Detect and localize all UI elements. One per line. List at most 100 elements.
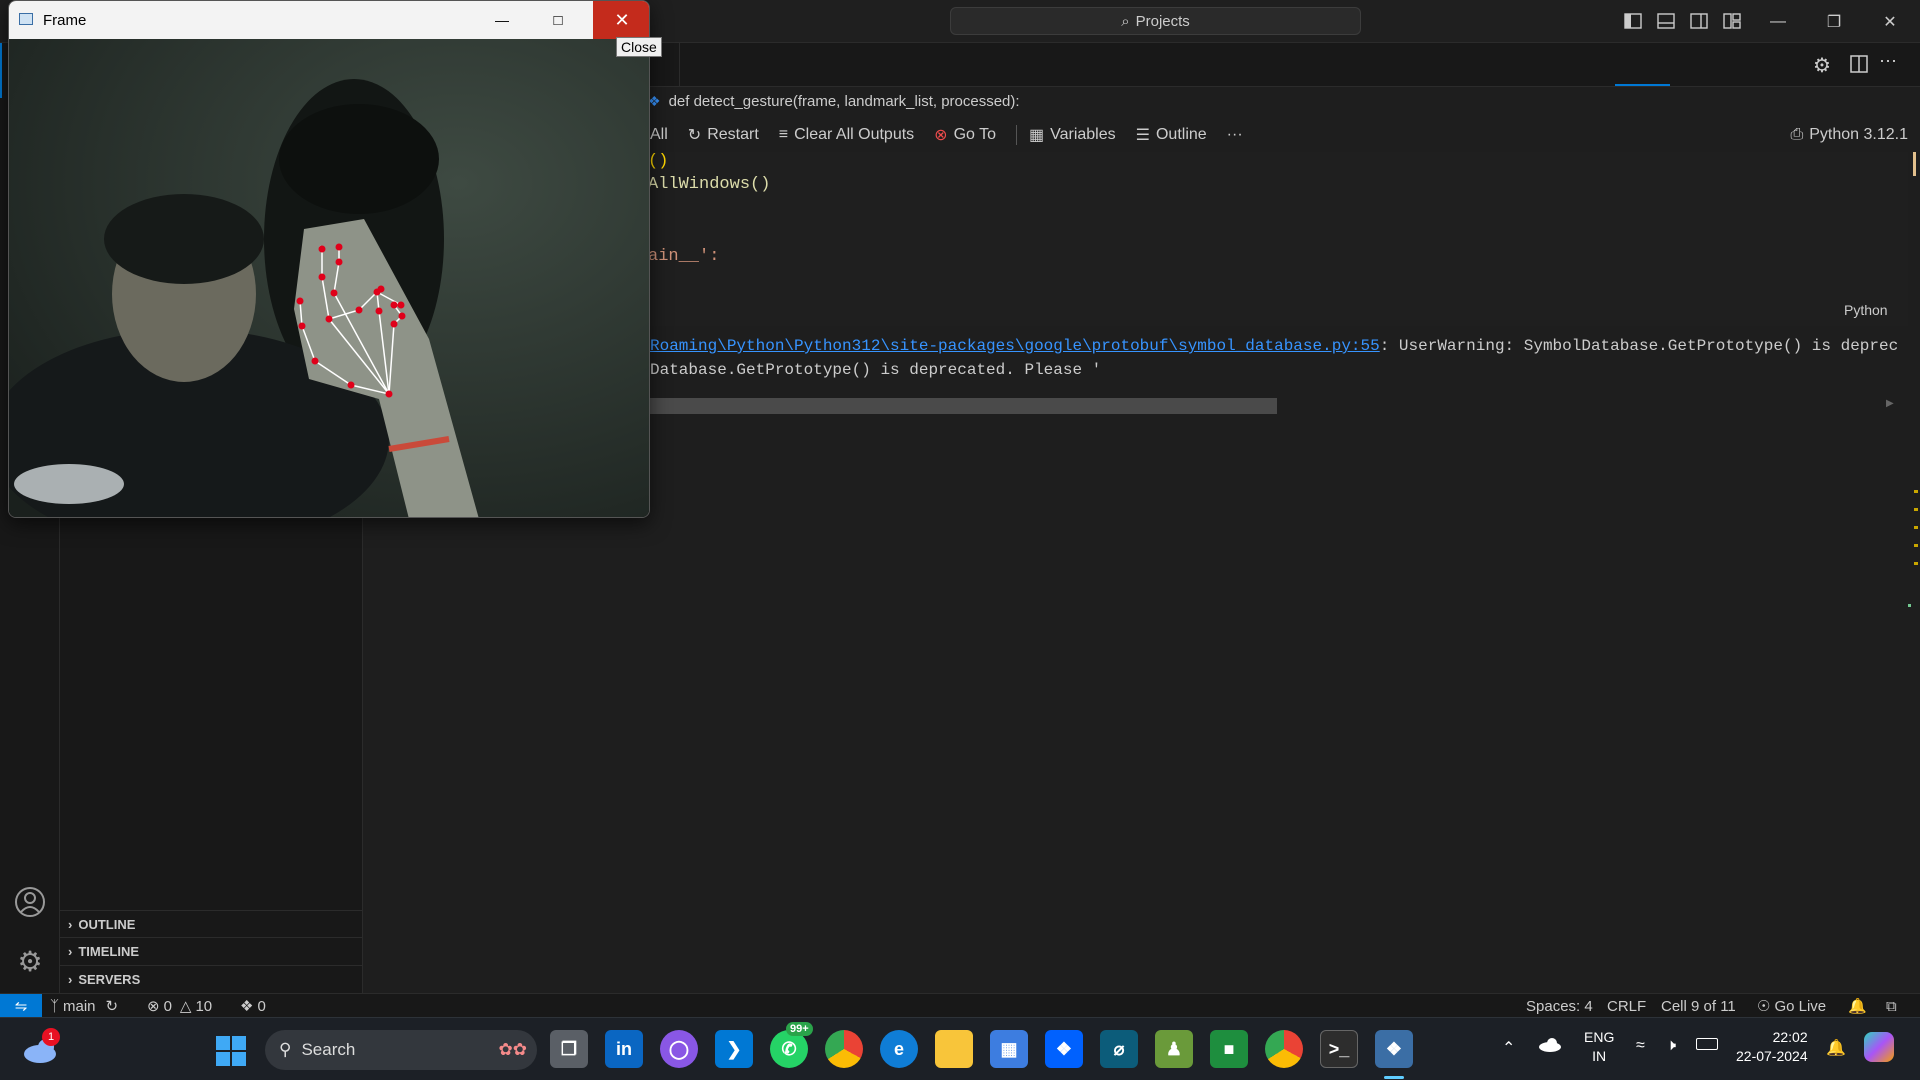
list-icon: ☰ [1135,127,1150,144]
restart-button[interactable]: ↻ Restart [688,125,759,145]
split-editor-icon[interactable] [1850,55,1868,78]
python-window-icon[interactable]: ❖ [1375,1030,1413,1068]
go-live-label: Go Live [1774,997,1827,1015]
sidebar-section-label: OUTLINE [78,916,136,932]
output-file-link[interactable]: Roaming\Python\Python312\site-packages\g… [650,337,1380,355]
sidebar-section-outline[interactable]: › OUTLINE [60,910,363,937]
frame-maximize-button[interactable]: □ [530,1,586,39]
chevron-right-icon: › [68,971,73,987]
copilot-taskbar-icon[interactable] [1864,1032,1894,1062]
copilot-icon[interactable]: ⧉ [1886,994,1897,1018]
edge-icon[interactable]: e [880,1030,918,1068]
github-icon[interactable]: ◯ [660,1030,698,1068]
outline-button[interactable]: ☰ Outline [1136,125,1207,145]
language-label: ENG [1584,1029,1615,1045]
branch-indicator[interactable]: ᛉ main ↻ [50,994,118,1018]
terminal-icon[interactable]: >_ [1320,1030,1358,1068]
chrome-icon[interactable] [825,1030,863,1068]
problems-indicator[interactable]: ⊗ 0 △ 10 [147,994,212,1018]
clear-outputs-button[interactable]: ≡ Clear All Outputs [779,126,914,144]
broadcast-icon: ☉ [1757,998,1771,1015]
start-windows-icon[interactable] [216,1036,248,1066]
more-actions-icon[interactable]: ⋯ [1879,51,1897,72]
spaces-label: Spaces: 4 [1526,997,1593,1015]
toggle-primary-sidebar-icon[interactable] [1622,10,1644,32]
broadcast-icon: ❖ [240,998,254,1015]
clock[interactable]: 22:02 22-07-2024 [1736,1028,1808,1066]
gear-icon[interactable]: ⚙ [1813,53,1831,78]
run-all-button[interactable]: All [650,126,668,144]
search-highlight-icon: ✿✿ [498,1040,528,1059]
goto-label: Go To [953,126,996,143]
search-icon: ⚲ [279,1040,292,1059]
gear-icon[interactable]: ⚙ [14,945,46,977]
app-window-icon [19,13,33,25]
goto-button[interactable]: ⊗ Go To [934,125,996,145]
output-horizontal-scrollbar[interactable] [650,398,1277,414]
go-live-button[interactable]: ☉ Go Live [1757,994,1826,1018]
customize-layout-icon[interactable] [1721,10,1743,32]
command-center-search[interactable]: ⌕ Projects [950,7,1361,35]
whatsapp-icon[interactable]: ✆ 99+ [770,1022,813,1068]
outline-label: Outline [1155,126,1207,143]
minimize-button[interactable]: — [1750,0,1806,43]
classroom-icon[interactable]: ■ [1210,1030,1248,1068]
notification-bell-icon[interactable]: 🔔 [1826,1038,1846,1058]
accounts-icon[interactable] [14,886,46,918]
more-toolbar-button[interactable]: ··· [1227,126,1243,144]
frame-close-button[interactable]: ✕ [593,1,649,39]
chess-icon[interactable]: ♟ [1155,1030,1193,1068]
active-indicator [0,43,2,98]
frame-minimize-button[interactable]: — [474,1,530,39]
overview-ruler-markers [1914,490,1918,580]
remote-indicator[interactable]: ⇋ [0,994,42,1018]
chrome-profile-icon[interactable] [1265,1030,1303,1068]
taskbar: 1 ⚲ Search ✿✿ ❐ in ◯ ❯ ✆ 99+ e ▦ ❖ ⌀ ♟ ■… [0,1017,1920,1080]
file-explorer-icon[interactable] [935,1030,973,1068]
breadcrumb[interactable]: ❖ def detect_gesture(frame, landmark_lis… [648,90,1020,112]
ports-count: 0 [257,997,266,1015]
cell-indicator[interactable]: Cell 9 of 11 [1661,994,1736,1018]
cell-language[interactable]: Python [1844,302,1888,318]
restore-button[interactable]: ❐ [1806,0,1862,43]
language-indicator[interactable]: ENG IN [1584,1028,1614,1066]
kernel-picker[interactable]: ⎙ Python 3.12.1 [1790,126,1908,144]
linkedin-icon[interactable]: in [605,1030,643,1068]
app-icon[interactable]: ⌀ [1100,1030,1138,1068]
remote-icon: ⇋ [14,998,28,1015]
speaker-icon[interactable]: 🕨 [1666,1037,1676,1055]
toggle-secondary-sidebar-icon[interactable] [1688,10,1710,32]
microsoft-store-icon[interactable]: ▦ [990,1030,1028,1068]
variables-button[interactable]: ▦ Variables [1029,125,1116,145]
breadcrumb-symbol: def detect_gesture(frame, landmark_list,… [668,92,1020,110]
taskbar-search[interactable]: ⚲ Search ✿✿ [265,1030,537,1070]
kernel-icon: ⎙ [1790,126,1804,143]
indentation-indicator[interactable]: Spaces: 4 [1526,994,1593,1018]
variables-label: Variables [1050,126,1116,143]
weather-badge: 1 [42,1028,60,1046]
frame-window[interactable]: Frame — □ ✕ [8,0,650,518]
toggle-panel-icon[interactable] [1655,10,1677,32]
vscode-icon[interactable]: ❯ [715,1030,753,1068]
sidebar-section-timeline[interactable]: › TIMELINE [60,937,363,964]
sidebar-section-servers[interactable]: › SERVERS [60,965,363,992]
tab-divider [679,43,680,87]
bell-icon[interactable]: 🔔 [1848,994,1867,1018]
task-view-icon[interactable]: ❐ [550,1030,588,1068]
ports-indicator[interactable]: ❖ 0 [240,994,266,1018]
kernel-label: Python 3.12.1 [1809,126,1908,143]
eol-indicator[interactable]: CRLF [1607,994,1646,1018]
onedrive-icon[interactable] [1538,1038,1562,1052]
frame-title: Frame [43,12,87,29]
battery-icon[interactable] [1696,1038,1718,1050]
close-button[interactable]: ✕ [1862,0,1918,43]
clear-all-icon: ≡ [778,126,789,143]
chevron-up-icon[interactable]: ⌃ [1502,1038,1515,1058]
dropbox-icon[interactable]: ❖ [1045,1030,1083,1068]
active-app-indicator [1384,1076,1404,1079]
scroll-marker [1913,152,1916,176]
weather-icon[interactable]: 1 [22,1028,62,1064]
scroll-right-icon[interactable]: ▶ [1886,398,1894,409]
time-label: 22:02 [1772,1029,1808,1045]
wifi-icon[interactable]: ≈ [1636,1037,1645,1055]
